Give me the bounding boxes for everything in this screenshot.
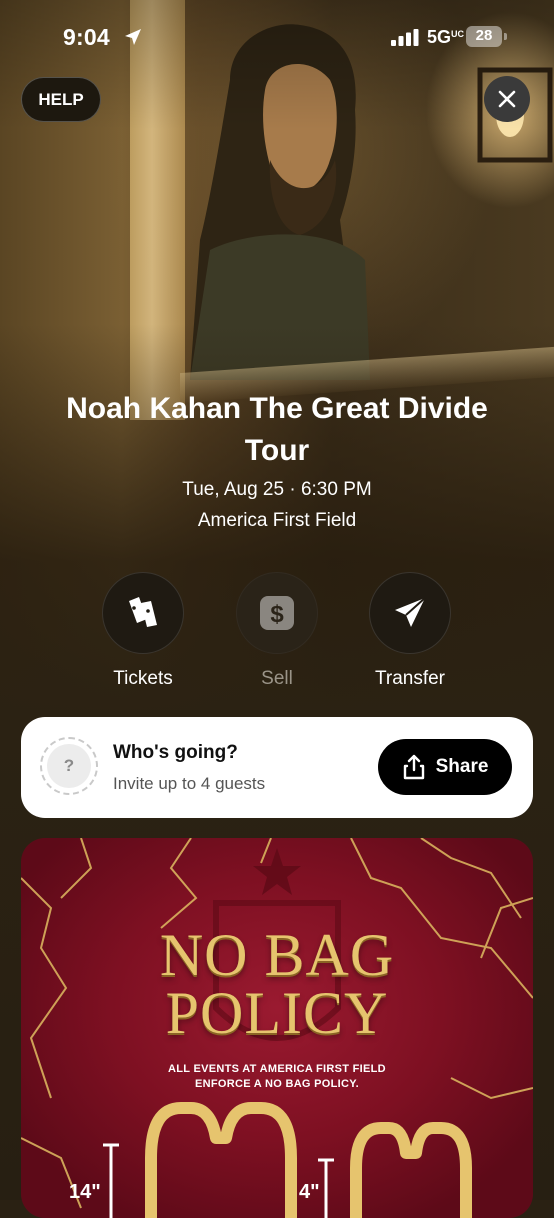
event-venue: America First Field <box>197 510 357 531</box>
share-label: Share <box>435 756 489 777</box>
sell-label: Sell <box>261 668 293 689</box>
battery-level: 28 <box>475 27 493 44</box>
guests-subtext: Invite up to 4 guests <box>113 774 266 793</box>
bag-height-right: 4" <box>299 1181 320 1203</box>
cellular-signal-icon <box>391 29 419 46</box>
close-icon <box>498 90 516 108</box>
policy-fine-print: ALL EVENTS AT AMERICA FIRST FIELD ENFORC… <box>168 1063 386 1090</box>
tickets-icon <box>129 597 157 627</box>
network-type: 5GUC <box>427 27 465 47</box>
help-button[interactable]: HELP <box>21 77 101 122</box>
no-bag-policy-banner[interactable]: NO BAG POLICY ALL EVENTS AT AMERICA FIRS… <box>21 838 533 1218</box>
dollar-icon: $ <box>260 596 294 630</box>
location-arrow-icon <box>125 29 141 45</box>
transfer-action[interactable]: Transfer <box>350 572 470 690</box>
event-title: Noah Kahan The Great Divide Tour <box>66 392 488 467</box>
svg-text:$: $ <box>270 601 284 628</box>
tickets-label: Tickets <box>113 668 173 689</box>
guest-avatar-placeholder: ? <box>40 737 98 795</box>
policy-headline: NO BAG POLICY <box>159 922 395 1046</box>
status-bar: 9:04 5GUC 28 <box>0 0 554 76</box>
guests-card: ? Who's going? Invite up to 4 guests Sha… <box>21 717 533 818</box>
close-button[interactable] <box>484 76 530 122</box>
event-date-time: Tue, Aug 25 · 6:30 PM <box>182 479 372 500</box>
sell-action-circle[interactable]: $ <box>236 572 318 654</box>
tickets-action[interactable]: Tickets <box>83 572 203 690</box>
paper-plane-icon <box>395 597 426 627</box>
bag-height-left: 14" <box>69 1181 101 1203</box>
share-button[interactable]: Share <box>378 739 512 795</box>
guests-heading: Who's going? <box>113 742 238 763</box>
status-time: 9:04 <box>63 24 110 50</box>
transfer-action-circle[interactable] <box>369 572 451 654</box>
battery-icon: 28 <box>466 26 508 47</box>
tickets-action-circle[interactable] <box>102 572 184 654</box>
share-icon <box>403 754 424 780</box>
sell-action[interactable]: $ Sell <box>217 572 337 690</box>
question-mark-icon: ? <box>47 744 91 788</box>
transfer-label: Transfer <box>374 668 446 689</box>
